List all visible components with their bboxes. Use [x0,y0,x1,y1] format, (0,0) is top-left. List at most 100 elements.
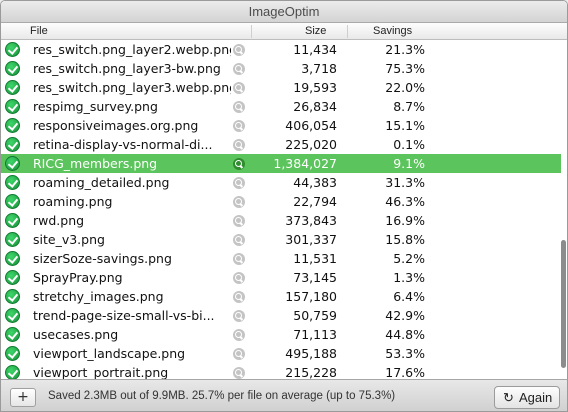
file-savings: 0.1% [393,137,425,152]
magnifier-icon[interactable] [233,310,245,322]
file-savings: 46.3% [385,194,425,209]
footer-bar: + Saved 2.3MB out of 9.9MB. 25.7% per fi… [1,379,567,411]
file-savings: 42.9% [385,308,425,323]
file-name: sizerSoze-savings.png [33,251,172,266]
file-size: 73,145 [293,270,337,285]
table-row[interactable]: roaming_detailed.png 44,383 31.3% [1,173,563,192]
magnifier-icon[interactable] [233,367,245,379]
file-savings: 75.3% [385,61,425,76]
imageoptim-window: ImageOptim File Size Savings res_switch.… [0,0,568,412]
file-size: 19,593 [293,80,337,95]
column-header-size[interactable]: Size [305,23,326,39]
file-savings: 17.6% [385,365,425,379]
file-name: usecases.png [33,327,119,342]
checkmark-icon [5,137,20,152]
table-row[interactable]: stretchy_images.png 157,180 6.4% [1,287,563,306]
file-size: 495,188 [285,346,337,361]
refresh-icon: ↻ [503,390,514,405]
file-name: trend-page-size-small-vs-bi... [33,308,215,323]
file-savings: 16.9% [385,213,425,228]
checkmark-icon [5,289,20,304]
table-row[interactable]: responsiveimages.org.png 406,054 15.1% [1,116,563,135]
file-size: 157,180 [285,289,337,304]
file-name: viewport_landscape.png [33,346,186,361]
file-name: viewport_portrait.png [33,365,169,379]
table-row[interactable]: res_switch.png_layer2.webp.png 11,434 21.3… [1,40,563,59]
magnifier-icon[interactable] [233,177,245,189]
checkmark-icon [5,61,20,76]
file-name: respimg_survey.png [33,99,158,114]
column-divider [347,25,348,38]
column-header-savings[interactable]: Savings [373,23,412,39]
file-name: responsiveimages.org.png [33,118,199,133]
magnifier-icon[interactable] [233,63,245,75]
checkmark-icon [5,213,20,228]
file-size: 1,384,027 [273,156,337,171]
table-row[interactable]: SprayPray.png 73,145 1.3% [1,268,563,287]
file-savings: 31.3% [385,175,425,190]
file-size: 26,834 [293,99,337,114]
file-savings: 22.0% [385,80,425,95]
table-row[interactable]: usecases.png 71,113 44.8% [1,325,563,344]
magnifier-icon[interactable] [233,272,245,284]
file-name: res_switch.png_layer3.webp.png [33,80,231,95]
table-row[interactable]: RICG_members.png 1,384,027 9.1% [1,154,563,173]
table-row[interactable]: rwd.png 373,843 16.9% [1,211,563,230]
table-row[interactable]: respimg_survey.png 26,834 8.7% [1,97,563,116]
file-size: 50,759 [293,308,337,323]
again-button[interactable]: ↻ Again [494,386,560,409]
file-size: 3,718 [301,61,337,76]
file-size: 406,054 [285,118,337,133]
file-savings: 44.8% [385,327,425,342]
file-savings: 15.8% [385,232,425,247]
magnifier-icon[interactable] [233,329,245,341]
magnifier-icon[interactable] [233,291,245,303]
file-name: roaming.png [33,194,113,209]
file-savings: 5.2% [393,251,425,266]
file-name: res_switch.png_layer2.webp.png [33,42,231,57]
scrollbar-thumb[interactable] [561,240,566,368]
table-row[interactable]: sizerSoze-savings.png 11,531 5.2% [1,249,563,268]
checkmark-icon [5,251,20,266]
magnifier-icon[interactable] [233,44,245,56]
file-list: res_switch.png_layer2.webp.png 11,434 21.3… [1,40,563,379]
file-name: site_v3.png [33,232,105,247]
magnifier-icon[interactable] [233,82,245,94]
again-button-label: Again [519,390,553,405]
magnifier-icon[interactable] [233,253,245,265]
file-name: res_switch.png_layer3-bw.png [33,61,221,76]
file-savings: 21.3% [385,42,425,57]
table-row[interactable]: viewport_portrait.png 215,228 17.6% [1,363,563,379]
file-name: roaming_detailed.png [33,175,170,190]
table-row[interactable]: site_v3.png 301,337 15.8% [1,230,563,249]
magnifier-icon[interactable] [233,215,245,227]
magnifier-icon[interactable] [233,348,245,360]
add-files-button[interactable]: + [10,388,36,407]
file-name: rwd.png [33,213,85,228]
table-row[interactable]: viewport_landscape.png 495,188 53.3% [1,344,563,363]
file-size: 22,794 [293,194,337,209]
checkmark-icon [5,99,20,114]
magnifier-icon[interactable] [233,196,245,208]
table-row[interactable]: roaming.png 22,794 46.3% [1,192,563,211]
file-size: 71,113 [293,327,337,342]
checkmark-icon [5,194,20,209]
magnifier-icon[interactable] [233,101,245,113]
magnifier-icon[interactable] [233,234,245,246]
table-row[interactable]: retina-display-vs-normal-di... 225,020 0.1… [1,135,563,154]
checkmark-icon [5,365,20,379]
checkmark-icon [5,327,20,342]
table-row[interactable]: res_switch.png_layer3-bw.png 3,718 75.3% [1,59,563,78]
column-header-file[interactable]: File [30,23,48,39]
checkmark-icon [5,270,20,285]
file-size: 225,020 [285,137,337,152]
magnifier-icon[interactable] [233,139,245,151]
file-size: 11,434 [293,42,337,57]
magnifier-icon[interactable] [233,158,245,170]
table-row[interactable]: trend-page-size-small-vs-bi... 50,759 42.9… [1,306,563,325]
checkmark-icon [5,346,20,361]
vertical-scrollbar[interactable] [561,40,567,379]
table-row[interactable]: res_switch.png_layer3.webp.png 19,593 22.0… [1,78,563,97]
checkmark-icon [5,118,20,133]
magnifier-icon[interactable] [233,120,245,132]
